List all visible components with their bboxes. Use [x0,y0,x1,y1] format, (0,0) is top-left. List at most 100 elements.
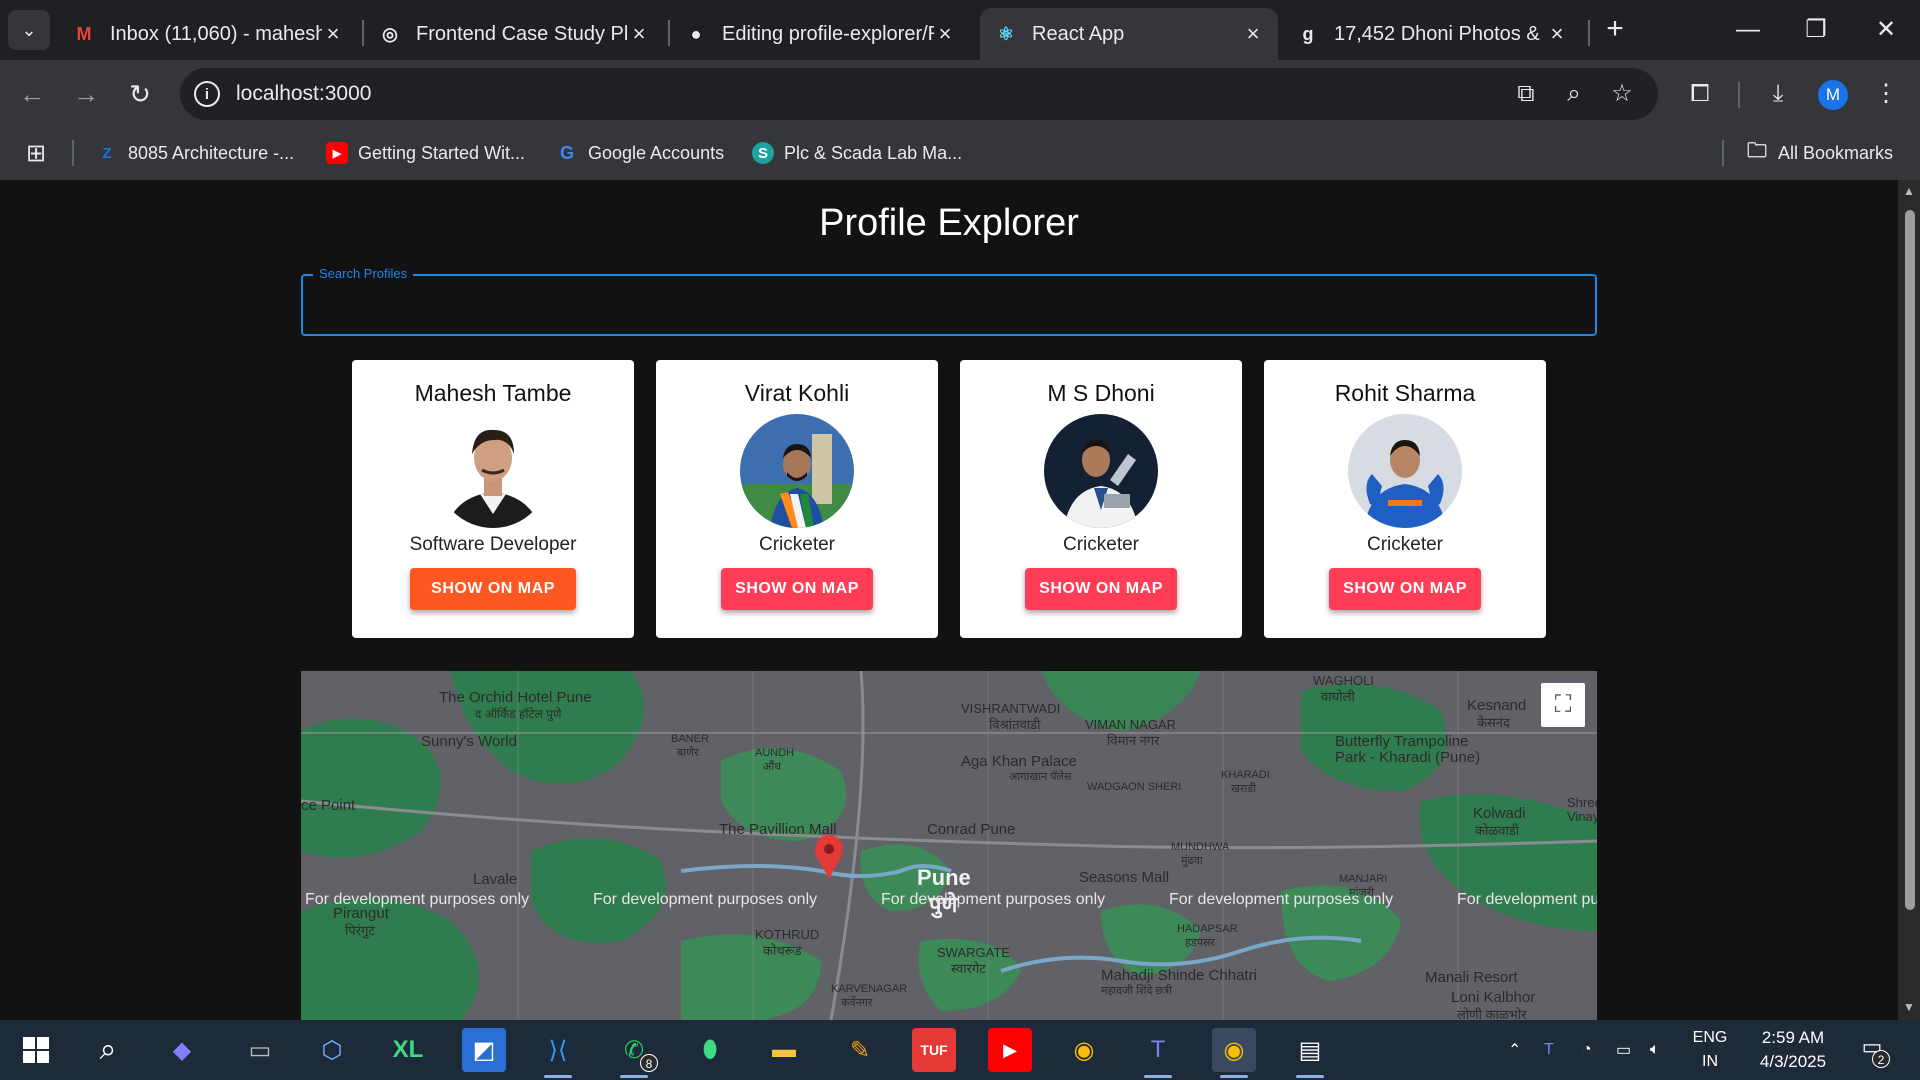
terminal-icon[interactable]: ▤ [1288,1028,1332,1078]
tab-frontend-case-study[interactable]: ◎ Frontend Case Study Plan × [364,8,664,60]
map-watermark: For development purposes only [593,891,818,908]
copilot-icon[interactable]: ◆ [160,1028,204,1072]
profile-avatar[interactable]: M [1818,80,1848,110]
close-icon[interactable]: × [322,21,344,47]
whatsapp-icon[interactable]: ✆ 8 [612,1028,658,1078]
teams-icon[interactable]: T [1136,1028,1180,1078]
apps-button[interactable]: ⊞ [26,128,46,178]
map-label: मुंढवा [1181,855,1203,867]
map-label: WADGAON SHERI [1087,781,1182,793]
map-label: MUNDHWA [1171,841,1230,853]
scroll-down-icon[interactable]: ▼ [1902,1000,1916,1014]
file-explorer-icon[interactable]: ▬ [762,1028,806,1072]
search-input[interactable] [317,286,1577,326]
map[interactable]: The Orchid Hotel Pune द ऑर्किड हॉटेल पुण… [301,671,1597,1020]
map-label: Lavale [473,871,518,888]
volume-icon[interactable]: 🔈︎ [1650,1020,1660,1080]
map-label: Pune [917,865,971,890]
arrow-right-icon: → [73,79,99,109]
sublime-icon[interactable]: ✎ [838,1028,882,1072]
menu-icon[interactable]: ⋮ [1866,74,1906,114]
map-label: Mahadji Shinde Chhatri [1101,967,1257,984]
teams-tray-icon[interactable]: T [1544,1020,1554,1080]
tab-title: React App [1032,22,1125,45]
language-code: ENG [1692,1029,1728,1046]
new-tab-button[interactable]: + [1598,12,1632,46]
profile-name: Mahesh Tambe [414,380,572,406]
tab-react-app[interactable]: ⚛ React App × [980,8,1278,60]
map-label: केसनंद [1477,715,1510,730]
scroll-thumb[interactable] [1905,210,1915,910]
clock-date: 4/3/2025 [1759,1052,1827,1071]
star-icon[interactable]: ☆ [1606,78,1638,110]
address-bar[interactable]: i localhost:3000 ⧉ ⌕ ☆ [180,68,1658,120]
chrome-icon[interactable]: ◉ [1062,1028,1106,1072]
notifications-button[interactable]: ▭ 2 [1856,1034,1890,1068]
forward-button[interactable]: → [66,74,106,114]
tuf-icon[interactable]: TUF [912,1028,956,1072]
show-on-map-button[interactable]: SHOW ON MAP [721,568,873,610]
map-fullscreen-button[interactable]: ⛶ [1541,683,1585,727]
wifi-icon[interactable]: ◔ [1582,1020,1592,1080]
search-icon[interactable]: ⌕ [86,1028,130,1072]
bookmarks-divider [1722,140,1724,166]
close-icon[interactable]: × [1242,21,1264,47]
virtualbox-icon[interactable]: ⬡ [310,1028,354,1072]
minimize-button[interactable]: — [1728,12,1768,48]
bookmark-item[interactable]: Z 8085 Architecture -... [96,128,294,178]
all-bookmarks-button[interactable]: 🗀 All Bookmarks [1746,128,1893,178]
install-app-icon[interactable]: ⧉ [1510,78,1542,110]
zoom-icon[interactable]: ⌕ [1558,78,1590,110]
chrome-active-icon[interactable]: ◉ [1212,1028,1256,1078]
map-label: कोथरूड [763,943,802,958]
show-on-map-button[interactable]: SHOW ON MAP [410,568,576,610]
map-label: कोळवाडी [1475,823,1520,838]
battery-icon[interactable]: ▭ [1616,1020,1631,1080]
desktop-icon[interactable]: ▭ [238,1028,282,1072]
show-on-map-button[interactable]: SHOW ON MAP [1329,568,1481,610]
xl-app-icon[interactable]: XL [386,1028,430,1072]
map-label: Loni Kalbhor [1451,989,1536,1006]
windows-start-icon[interactable] [14,1028,58,1072]
scroll-up-icon[interactable]: ▲ [1902,184,1916,198]
map-label: KARVENAGAR [831,983,908,995]
tab-dhoni-photos[interactable]: g 17,452 Dhoni Photos & High Res × [1282,8,1582,60]
tray-overflow-icon[interactable]: ⌃ [1508,1020,1521,1080]
vscode-icon[interactable]: ⟩⟨ [536,1028,580,1078]
bookmark-item[interactable]: G Google Accounts [556,128,724,178]
map-label: विश्रांतवाडी [989,717,1041,732]
clock[interactable]: 2:59 AM 4/3/2025 [1748,1026,1838,1074]
show-on-map-button[interactable]: SHOW ON MAP [1025,568,1177,610]
bookmark-item[interactable]: S Plc & Scada Lab Ma... [752,128,962,178]
map-label: वाघोली [1321,689,1355,704]
youtube-icon: ▶ [326,142,348,164]
info-icon[interactable]: i [194,81,220,107]
language-indicator[interactable]: ENG IN [1690,1026,1730,1074]
getty-icon: g [1302,23,1314,44]
back-button[interactable]: ← [12,74,52,114]
close-window-button[interactable]: ✕ [1866,12,1906,48]
restore-button[interactable]: ❐ [1796,12,1836,48]
download-icon[interactable]: ⤓ [1758,74,1798,114]
page-scrollbar[interactable]: ▲ ▼ [1898,180,1920,1020]
search-field[interactable]: Search Profiles [301,266,1597,336]
tab-gmail[interactable]: M Inbox (11,060) - maheshtambe × [58,8,358,60]
tab-github-editing[interactable]: ● Editing profile-explorer/README × [670,8,970,60]
address-url[interactable]: localhost:3000 [236,82,371,106]
all-bookmarks-label: All Bookmarks [1778,142,1894,163]
close-icon[interactable]: × [628,21,650,47]
profile-card: Rohit Sharma Cricketer SHOW ON MAP [1264,360,1546,638]
tab-search-button[interactable]: ⌄ [8,10,50,50]
mongodb-icon[interactable]: ⬮ [688,1028,732,1072]
reload-button[interactable]: ↻ [120,74,160,114]
extensions-icon[interactable]: ⧠ [1680,74,1720,114]
bookmark-item[interactable]: ▶ Getting Started Wit... [326,128,525,178]
close-icon[interactable]: × [1546,21,1568,47]
bookmarks-divider [72,140,74,166]
close-icon[interactable]: × [934,21,956,47]
youtube-app-icon[interactable]: ▶ [988,1028,1032,1072]
notion-like-icon[interactable]: ◩ [462,1028,506,1072]
map-label: आगाखान पॅलेस [1009,771,1072,783]
map-label: Butterfly Trampoline [1335,733,1469,750]
profile-name: Rohit Sharma [1334,380,1476,406]
